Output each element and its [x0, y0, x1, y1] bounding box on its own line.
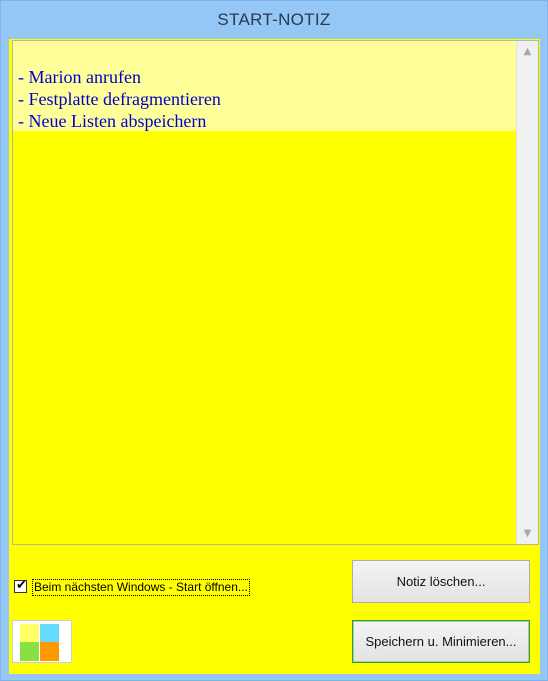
open-on-start-label[interactable]: Beim nächsten Windows - Start öffnen...	[32, 579, 250, 596]
client-area: - Marion anrufen - Festplatte defragment…	[9, 39, 540, 674]
note-line: - Festplatte defragmentieren	[18, 89, 221, 109]
logo-tile-yellow	[20, 624, 39, 643]
checkmark-icon: ✔	[16, 578, 27, 593]
note-textarea[interactable]: - Marion anrufen - Festplatte defragment…	[12, 40, 539, 545]
note-line: - Marion anrufen	[18, 67, 141, 87]
scroll-down-arrow-icon[interactable]: ▼	[517, 525, 538, 542]
app-logo-icon	[12, 620, 72, 663]
open-on-start-checkbox[interactable]: ✔	[14, 578, 27, 593]
note-line: - Neue Listen abspeichern	[18, 111, 207, 131]
title-bar: START-NOTIZ	[1, 1, 547, 39]
app-window: START-NOTIZ - Marion anrufen - Festplatt…	[0, 0, 548, 681]
logo-tile-orange	[40, 642, 59, 661]
note-text-highlight: - Marion anrufen - Festplatte defragment…	[13, 41, 516, 131]
window-title: START-NOTIZ	[217, 10, 331, 29]
logo-tile-green	[20, 642, 39, 661]
clear-note-button[interactable]: Notiz löschen...	[352, 560, 530, 603]
scroll-up-arrow-icon[interactable]: ▲	[517, 43, 538, 60]
logo-tile-cyan	[40, 624, 59, 643]
save-and-minimize-button[interactable]: Speichern u. Minimieren...	[352, 620, 530, 663]
vertical-scrollbar[interactable]: ▲ ▼	[516, 41, 538, 544]
